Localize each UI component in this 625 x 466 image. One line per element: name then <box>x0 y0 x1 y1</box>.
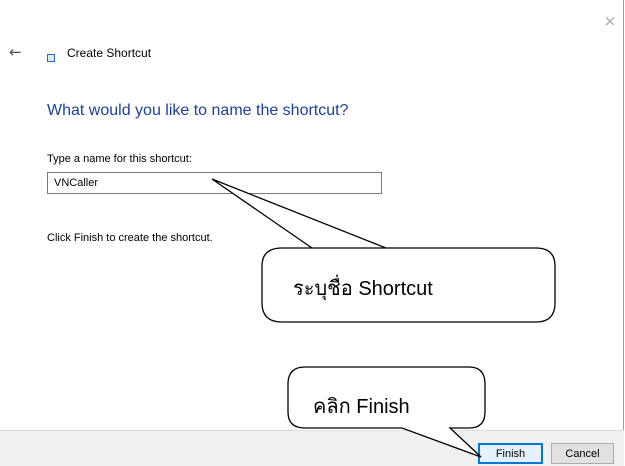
wizard-title: Create Shortcut <box>67 46 152 60</box>
finish-callout-text: คลิก Finish <box>313 396 410 418</box>
cancel-button[interactable]: Cancel <box>551 443 614 464</box>
shortcut-wizard-icon <box>47 54 55 62</box>
shortcut-name-label: Type a name for this shortcut: <box>47 153 192 165</box>
page-heading: What would you like to name the shortcut… <box>47 102 349 119</box>
name-callout-text: ระบุชื่อ Shortcut <box>293 278 433 300</box>
shortcut-name-input[interactable] <box>47 172 382 194</box>
finish-info-text: Click Finish to create the shortcut. <box>47 232 213 244</box>
back-arrow-icon[interactable]: ← <box>9 44 25 60</box>
close-icon[interactable]: × <box>603 14 617 29</box>
finish-button[interactable]: Finish <box>478 443 543 464</box>
